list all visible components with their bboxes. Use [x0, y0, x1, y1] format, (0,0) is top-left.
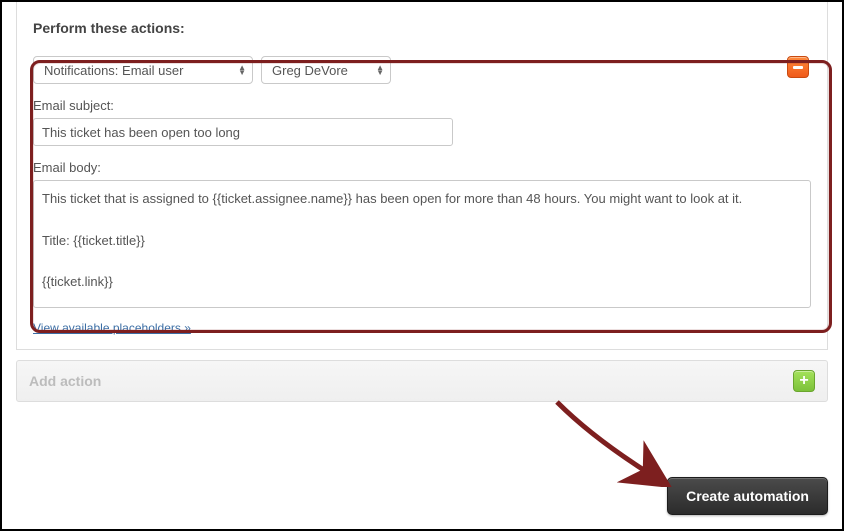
- email-subject-label: Email subject:: [33, 98, 811, 113]
- action-user-value: Greg DeVore: [272, 63, 348, 78]
- action-row: Notifications: Email user ▲▼ Greg DeVore…: [17, 46, 827, 313]
- email-body-textarea[interactable]: [33, 180, 811, 308]
- action-type-value: Notifications: Email user: [44, 63, 183, 78]
- action-user-select[interactable]: Greg DeVore ▲▼: [261, 56, 391, 84]
- action-type-select[interactable]: Notifications: Email user ▲▼: [33, 56, 253, 84]
- minus-icon: [793, 66, 803, 69]
- annotation-arrow-icon: [552, 397, 672, 487]
- create-automation-button[interactable]: Create automation: [667, 477, 828, 515]
- email-subject-input[interactable]: [33, 118, 453, 146]
- chevron-updown-icon: ▲▼: [376, 65, 384, 75]
- chevron-updown-icon: ▲▼: [238, 65, 246, 75]
- remove-action-button[interactable]: [787, 56, 809, 78]
- add-action-label: Add action: [29, 373, 101, 389]
- add-action-button[interactable]: +: [793, 370, 815, 392]
- section-title: Perform these actions:: [17, 2, 827, 46]
- footer: Create automation: [667, 477, 828, 515]
- email-body-label: Email body:: [33, 160, 811, 175]
- add-action-row: Add action +: [16, 360, 828, 402]
- plus-icon: +: [799, 373, 808, 389]
- view-placeholders-link[interactable]: View available placeholders »: [33, 321, 191, 335]
- actions-panel: Perform these actions: Notifications: Em…: [16, 2, 828, 350]
- selects-row: Notifications: Email user ▲▼ Greg DeVore…: [33, 56, 811, 84]
